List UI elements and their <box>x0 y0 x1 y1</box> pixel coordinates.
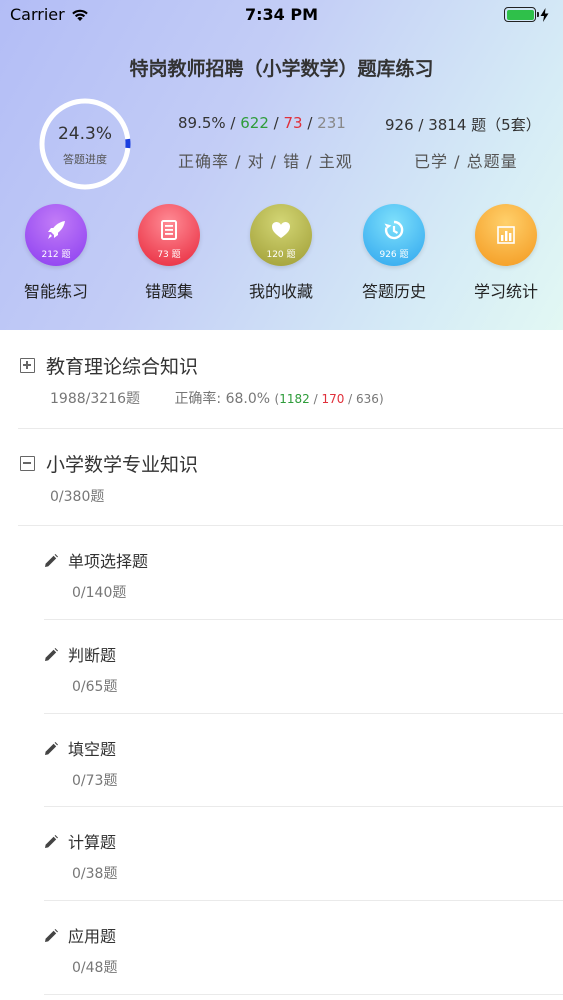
list-item-fill-blank[interactable]: 填空题 0/73题 <box>44 714 563 807</box>
status-time: 7:34 PM <box>244 5 318 24</box>
favorites-label: 我的收藏 <box>248 282 313 301</box>
wrong-count: 73 <box>283 114 303 132</box>
item-title: 单项选择题 <box>68 552 149 571</box>
pencil-icon <box>45 648 58 661</box>
item-title: 填空题 <box>68 740 117 759</box>
header-panel: Carrier 7:34 PM 特岗教师招聘（小学数学）题库练习 24.3% 答… <box>0 0 563 330</box>
item-progress: 0/38题 <box>72 866 118 882</box>
pencil-icon <box>45 554 58 567</box>
item-progress: 0/65题 <box>72 679 118 695</box>
smart-practice-count: 212 题 <box>41 250 71 260</box>
progress-label: 答题进度 <box>63 153 107 166</box>
item-title: 应用题 <box>68 927 117 946</box>
pencil-icon <box>45 742 58 755</box>
smart-practice-button[interactable]: 212 题 智能练习 <box>6 204 106 304</box>
progress-ring: 24.3% 答题进度 <box>37 96 133 192</box>
study-stats-circle <box>475 204 537 266</box>
item-progress: 0/140题 <box>72 585 127 601</box>
smart-practice-circle: 212 题 <box>25 204 87 266</box>
section-progress: 0/380题 <box>50 489 105 505</box>
section-primary-math[interactable]: 小学数学专业知识 0/380题 <box>18 429 563 526</box>
accuracy-rate: 89.5% <box>178 114 226 132</box>
battery-indicator <box>504 7 549 22</box>
learned-total-label: 已学 / 总题量 <box>414 152 518 171</box>
item-progress: 0/73题 <box>72 773 118 789</box>
favorites-count: 120 题 <box>266 250 296 260</box>
bar-chart-icon <box>497 226 515 244</box>
battery-icon <box>504 7 539 22</box>
status-bar: Carrier 7:34 PM <box>0 0 563 30</box>
list-item-single-choice[interactable]: 单项选择题 0/140题 <box>44 526 563 620</box>
favorites-button[interactable]: 120 题 我的收藏 <box>231 204 331 304</box>
progress-percent: 24.3% <box>57 124 112 144</box>
wrong-questions-circle: 73 题 <box>138 204 200 266</box>
history-icon <box>384 220 404 240</box>
document-icon <box>161 220 177 240</box>
rocket-icon <box>48 221 65 239</box>
study-stats-button[interactable]: 学习统计 <box>456 204 556 304</box>
answer-history-count: 926 题 <box>379 250 409 260</box>
item-title: 判断题 <box>68 646 117 665</box>
accuracy-stats: 89.5% / 622 / 73 / 231 <box>178 114 346 132</box>
item-title: 计算题 <box>68 833 117 852</box>
smart-practice-label: 智能练习 <box>23 282 88 301</box>
section-title: 教育理论综合知识 <box>46 356 199 378</box>
correct-count: 1182 <box>279 392 310 406</box>
section-title: 小学数学专业知识 <box>46 454 199 476</box>
list-item-application[interactable]: 应用题 0/48题 <box>44 901 563 995</box>
page-title: 特岗教师招聘（小学数学）题库练习 <box>129 58 434 80</box>
progress-ring-graphic <box>39 98 131 190</box>
charging-bolt-icon <box>540 7 549 22</box>
subjective-count: 636 <box>356 392 379 406</box>
favorites-circle: 120 题 <box>250 204 312 266</box>
wrong-count: 170 <box>321 392 345 406</box>
answer-history-circle: 926 题 <box>363 204 425 266</box>
expand-plus-icon[interactable] <box>20 358 35 373</box>
action-bar: 212 题 智能练习 73 题 错题集 120 题 我的收藏 926 题 答题历… <box>0 204 563 314</box>
wrong-questions-button[interactable]: 73 题 错题集 <box>119 204 219 304</box>
answer-history-button[interactable]: 926 题 答题历史 <box>344 204 444 304</box>
section-stats: 1988/3216题 正确率: 68.0% (1182 / 170 / 636) <box>50 391 384 407</box>
answer-history-label: 答题历史 <box>361 282 426 301</box>
collapse-minus-icon[interactable] <box>20 456 35 471</box>
correct-count: 622 <box>240 114 269 132</box>
wrong-questions-count: 73 题 <box>157 250 181 260</box>
pencil-icon <box>45 929 58 942</box>
accuracy-stats-label: 正确率 / 对 / 错 / 主观 <box>178 152 353 171</box>
list-item-true-false[interactable]: 判断题 0/65题 <box>44 620 563 714</box>
wrong-questions-label: 错题集 <box>144 282 193 301</box>
study-stats-label: 学习统计 <box>473 282 538 301</box>
accuracy-value: 68.0% <box>225 391 271 407</box>
section-progress: 1988/3216题 <box>50 391 140 407</box>
subjective-count: 231 <box>317 114 346 132</box>
list-item-calculation[interactable]: 计算题 0/38题 <box>44 807 563 901</box>
item-progress: 0/48题 <box>72 960 118 976</box>
pencil-icon <box>45 835 58 848</box>
section-education-theory[interactable]: 教育理论综合知识 1988/3216题 正确率: 68.0% (1182 / 1… <box>18 330 563 429</box>
learned-total: 926 / 3814 题（5套） <box>385 116 541 134</box>
heart-icon <box>272 222 290 238</box>
accuracy-label: 正确率: <box>174 391 222 407</box>
